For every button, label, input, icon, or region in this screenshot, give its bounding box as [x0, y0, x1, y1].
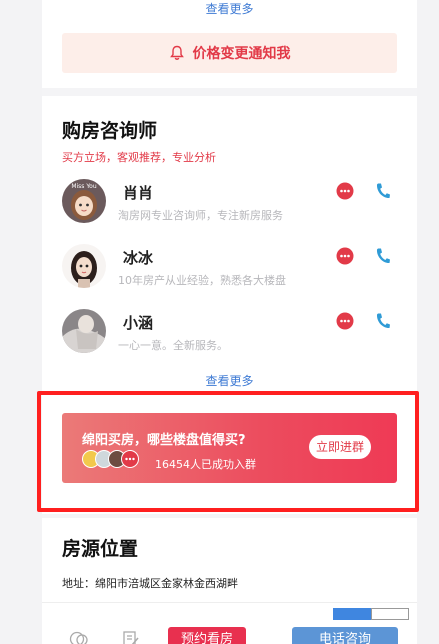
see-more-link-top[interactable]: 查看更多 — [42, 0, 417, 17]
chat-icon[interactable] — [336, 312, 354, 330]
edit-icon[interactable] — [121, 629, 141, 644]
advisor-name: 小涵 — [123, 314, 154, 332]
location-address: 地址：绵阳市涪城区金家林金西湖畔 — [62, 577, 238, 590]
chat-icon[interactable] — [336, 247, 354, 265]
advisor-item[interactable]: Miss You 肖肖 淘房网专业咨询师，专注新房服务 — [42, 179, 417, 235]
advisor-item[interactable]: 小涵 一心一意。全新服务。 — [42, 309, 417, 365]
chat-icon[interactable] — [336, 182, 354, 200]
section-title-location: 房源位置 — [62, 538, 139, 560]
avatar — [62, 309, 106, 353]
bell-icon — [169, 45, 184, 60]
phone-icon[interactable] — [375, 312, 391, 330]
price-change-notify-button[interactable]: 价格变更通知我 — [62, 33, 397, 73]
section-title-consultants: 购房咨询师 — [62, 120, 158, 142]
page: 查看更多 价格变更通知我 购房咨询师 买方立场，客观推荐，专业分析 Miss Y… — [42, 0, 417, 644]
avatar: Miss You — [62, 179, 106, 223]
bottom-action-bar: 预约看房 电话咨询 — [42, 602, 417, 644]
advisor-name: 冰冰 — [123, 249, 154, 267]
book-viewing-button[interactable]: 预约看房 — [168, 627, 246, 644]
advisor-item[interactable]: 冰冰 10年房产从业经验，熟悉各大楼盘 — [42, 244, 417, 300]
avatar-caption: Miss You — [71, 183, 97, 190]
see-more-link-consultants[interactable]: 查看更多 — [42, 372, 417, 389]
phone-icon[interactable] — [375, 247, 391, 265]
advisor-name: 肖肖 — [123, 184, 154, 202]
phone-consult-button[interactable]: 电话咨询 — [292, 627, 398, 644]
section-subtitle: 买方立场，客观推荐，专业分析 — [62, 151, 216, 164]
advisor-description: 淘房网专业咨询师，专注新房服务 — [118, 209, 283, 222]
advisor-description: 10年房产从业经验，熟悉各大楼盘 — [118, 274, 286, 287]
advisor-description: 一心一意。全新服务。 — [118, 339, 228, 352]
avatar — [62, 244, 106, 288]
highlight-annotation-box — [37, 391, 419, 512]
map-tab-inactive[interactable] — [371, 608, 409, 620]
price-notify-card: 查看更多 价格变更通知我 — [42, 0, 417, 88]
phone-icon[interactable] — [375, 182, 391, 200]
map-toggle[interactable] — [333, 608, 409, 620]
map-tab-active[interactable] — [333, 608, 371, 620]
notify-label: 价格变更通知我 — [192, 46, 291, 62]
chat-bubble-icon[interactable] — [69, 629, 89, 644]
